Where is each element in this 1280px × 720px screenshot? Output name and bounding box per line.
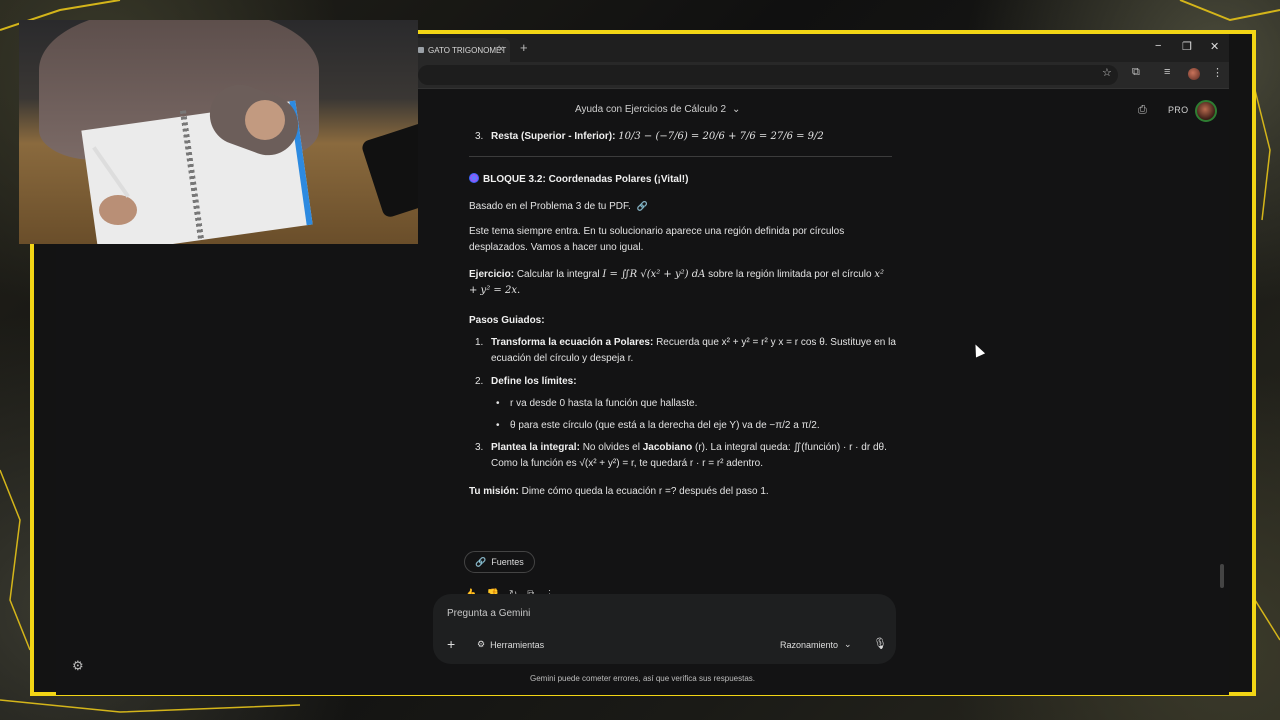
- prompt-input[interactable]: Pregunta a Gemini + ⚙ Herramientas Razon…: [433, 594, 896, 664]
- step-number: 2.: [475, 376, 484, 387]
- step-label: Plantea la integral:: [491, 442, 580, 453]
- prompt-placeholder: Pregunta a Gemini: [447, 608, 531, 619]
- address-bar[interactable]: [418, 65, 1118, 85]
- bullet-dot: •: [496, 420, 500, 431]
- minimize-button[interactable]: −: [1155, 40, 1161, 52]
- tools-button[interactable]: ⚙ Herramientas: [477, 639, 544, 650]
- pro-badge[interactable]: PRO: [1168, 105, 1188, 115]
- restore-button[interactable]: ❐: [1182, 40, 1192, 53]
- bullet-text: θ para este círculo (que está a la derec…: [510, 420, 820, 431]
- bullet-text: r va desde 0 hasta la función que hallas…: [510, 398, 698, 409]
- extensions-icon[interactable]: ⧉: [1132, 66, 1140, 79]
- favicon-icon: [418, 47, 424, 53]
- tools-label: Herramientas: [490, 639, 545, 650]
- list-number: 3.: [475, 131, 484, 142]
- media-queue-icon[interactable]: ≡: [1164, 66, 1170, 78]
- tools-icon: ⚙: [477, 639, 486, 649]
- intro-paragraph: Este tema siempre entra. En tu soluciona…: [469, 226, 845, 253]
- sources-button[interactable]: 🔗 Fuentes: [464, 551, 535, 573]
- step-label: Transforma la ecuación a Polares:: [491, 337, 654, 348]
- integral-expression: I = ∬R √(x² + y²) dA: [602, 269, 706, 280]
- chat-title-dropdown[interactable]: Ayuda con Ejercicios de Cálculo 2 ⌄: [575, 104, 740, 115]
- microphone-icon[interactable]: 🎙: [873, 637, 887, 650]
- toolbar-divider: [418, 88, 1229, 89]
- bullet-dot: •: [496, 398, 500, 409]
- link-icon: 🔗: [475, 557, 487, 567]
- print-icon[interactable]: ⎙: [1138, 104, 1147, 117]
- webcam-hand: [245, 100, 285, 140]
- mission-text: Dime cómo queda la ecuación r =? después…: [521, 486, 769, 497]
- bookmark-star-icon[interactable]: ☆: [1102, 66, 1112, 79]
- account-avatar[interactable]: [1195, 100, 1217, 122]
- section-divider: [469, 156, 892, 157]
- spiral-emoji-icon: [469, 173, 479, 183]
- settings-gear-icon[interactable]: ⚙: [72, 658, 84, 674]
- source-note: Basado en el Problema 3 de tu PDF. 🔗: [469, 198, 648, 215]
- mouse-cursor-icon: [970, 342, 986, 358]
- based-on-text: Basado en el Problema 3 de tu PDF.: [469, 201, 631, 212]
- steps-heading: Pasos Guiados:: [469, 315, 545, 326]
- profile-avatar-icon[interactable]: [1188, 68, 1200, 80]
- scrollbar[interactable]: [1220, 564, 1224, 588]
- tab-gato-trigonometrico[interactable]: GATO TRIGONOMÉT ×: [410, 38, 510, 62]
- exercise-paragraph: Ejercicio: Calcular la integral I = ∬R √…: [469, 267, 894, 299]
- step-number: 1.: [475, 337, 484, 348]
- block-heading: BLOQUE 3.2: Coordenadas Polares (¡Vital!…: [469, 172, 688, 188]
- math-expression: 10/3 − (−7/6) = 20/6 + 7/6 = 27/6 = 9/2: [618, 131, 824, 142]
- exercise-text-2: sobre la región limitada por el círculo: [708, 269, 872, 280]
- chevron-down-icon: ⌄: [844, 639, 852, 649]
- close-window-button[interactable]: ✕: [1210, 40, 1219, 53]
- chat-title: Ayuda con Ejercicios de Cálculo 2: [575, 104, 727, 115]
- tab-title: GATO TRIGONOMÉT: [428, 45, 507, 55]
- menu-kebab-icon[interactable]: ⋮: [1212, 66, 1223, 79]
- exercise-text: Calcular la integral: [516, 269, 600, 280]
- step-text: No olvides el: [582, 442, 640, 453]
- webcam-phone: [360, 121, 418, 219]
- add-attachment-button[interactable]: +: [447, 636, 455, 652]
- link-icon[interactable]: 🔗: [637, 201, 648, 211]
- chevron-down-icon: ⌄: [732, 104, 741, 115]
- block-title: BLOQUE 3.2: Coordenadas Polares (¡Vital!…: [483, 174, 689, 185]
- new-tab-button[interactable]: +: [520, 40, 528, 55]
- step-text-2: (r). La integral queda: ∬(función) · r ·: [695, 442, 859, 453]
- list-item-label: Resta (Superior - Inferior):: [491, 131, 616, 142]
- sources-label: Fuentes: [491, 557, 524, 567]
- mode-label: Razonamiento: [780, 639, 839, 650]
- webcam-overlay: [19, 20, 418, 244]
- webcam-hand-writing: [99, 195, 137, 225]
- jacobiano-term: Jacobiano: [642, 442, 693, 453]
- disclaimer-text: Gemini puede cometer errores, así que ve…: [530, 674, 755, 683]
- step-label: Define los límites:: [491, 376, 577, 387]
- exercise-label: Ejercicio:: [469, 269, 515, 280]
- mission-line: Tu misión: Dime cómo queda la ecuación r…: [469, 484, 769, 500]
- mode-selector[interactable]: Razonamiento ⌄: [780, 639, 852, 650]
- tab-close-icon[interactable]: ×: [498, 44, 504, 55]
- mission-label: Tu misión:: [469, 486, 519, 497]
- step-number: 3.: [475, 442, 484, 453]
